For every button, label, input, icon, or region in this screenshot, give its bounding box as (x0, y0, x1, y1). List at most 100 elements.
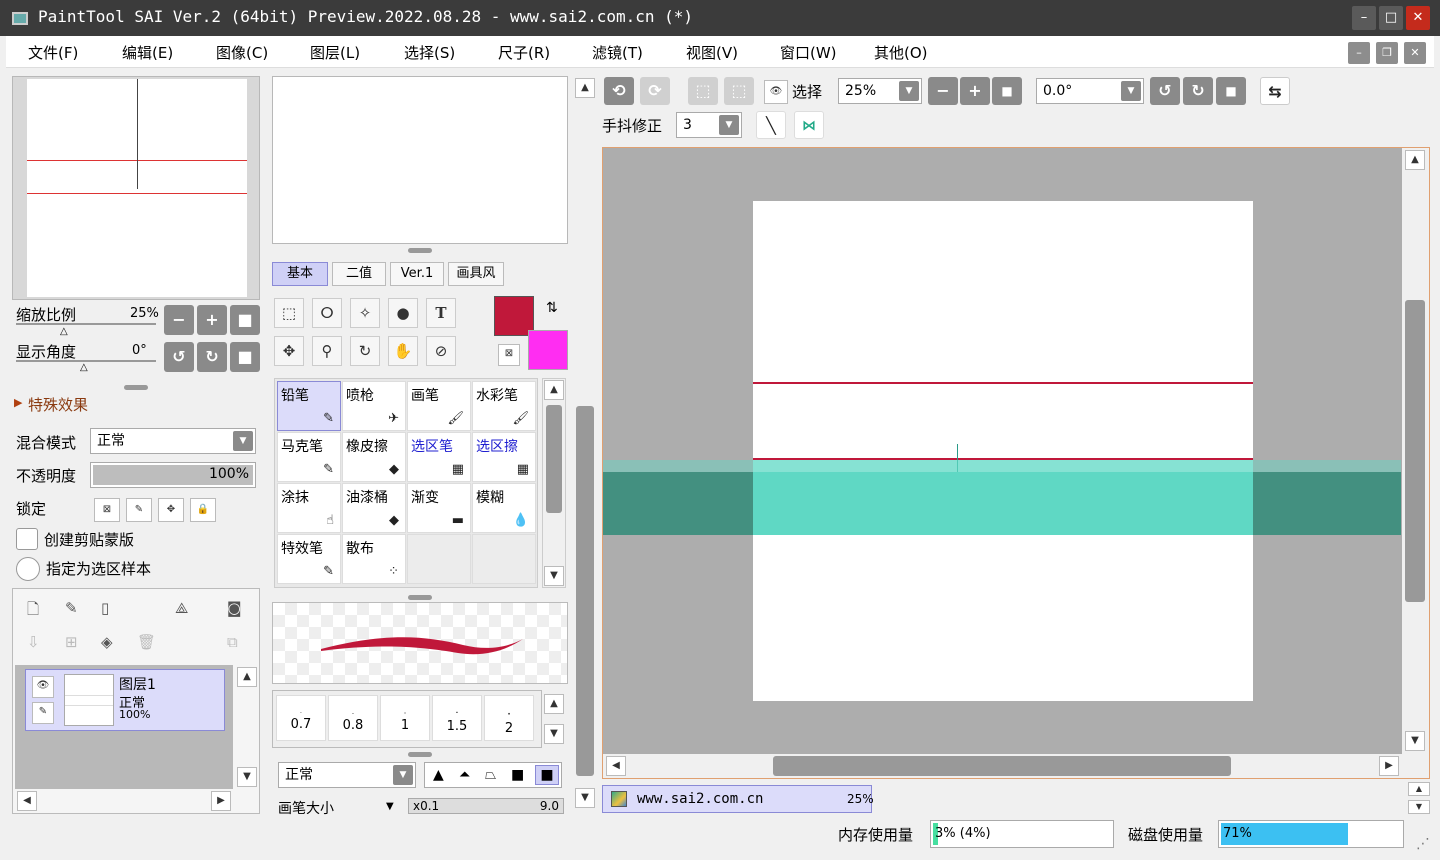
stabilizer-select[interactable]: 3 ▼ (676, 112, 742, 138)
rotate-left-button[interactable]: ↺ (164, 342, 194, 372)
tab-binary[interactable]: 二值 (332, 262, 386, 286)
shape-round-icon[interactable]: ⏶ (459, 767, 470, 783)
expand-arrow-icon[interactable]: ▶ (14, 396, 22, 409)
lock-transparency-icon[interactable]: ⊠ (94, 498, 120, 522)
chevron-down-icon[interactable]: ▼ (386, 801, 394, 812)
tab-ver1[interactable]: Ver.1 (390, 262, 444, 286)
layer-scroll-down-button[interactable]: ▼ (237, 767, 257, 787)
pencil-icon[interactable]: ✎ (32, 702, 54, 724)
brush-cell[interactable]: 喷枪 ✈ (342, 381, 406, 431)
canvas-scroll-right-button[interactable]: ▶ (1379, 756, 1399, 776)
invert-select-button[interactable]: ⬚ (724, 77, 754, 105)
merge-visible-icon[interactable]: ⊞ (65, 633, 78, 651)
menu-select[interactable]: 选择(S) (404, 42, 455, 63)
canvas-vscrollbar[interactable]: ▲ ▼ (1402, 148, 1429, 754)
canvas-zoom-out-button[interactable]: − (928, 77, 958, 105)
canvas-rotate-reset-button[interactable]: ■ (1216, 77, 1246, 105)
symmetry-button[interactable]: ⋈ (794, 111, 824, 139)
layer-scroll-right-button[interactable]: ▶ (211, 791, 231, 811)
brush-cell[interactable]: 散布 ⁘ (342, 534, 406, 584)
rotate-right-button[interactable]: ↻ (197, 342, 227, 372)
straight-line-button[interactable]: ╲ (756, 111, 786, 139)
brush-cell[interactable]: 画笔 🖌 (407, 381, 471, 431)
panel-scrollbar[interactable]: ▲ ▼ (574, 76, 596, 812)
color-panel[interactable] (272, 76, 568, 244)
menu-other[interactable]: 其他(O) (874, 42, 928, 63)
tab-basic[interactable]: 基本 (272, 262, 328, 286)
brush-cell[interactable]: 涂抹 ☝ (277, 483, 341, 533)
brush-cell[interactable]: 选区擦 ▦ (472, 432, 536, 482)
hand-icon[interactable]: ✋ (388, 336, 418, 366)
canvas-vscroll-thumb[interactable] (1405, 300, 1425, 602)
new-layer-icon[interactable]: 🗋 (27, 599, 39, 624)
blend-mode-select[interactable]: 正常 ▼ (90, 428, 256, 454)
brush-cell[interactable]: 特效笔 ✎ (277, 534, 341, 584)
menu-window[interactable]: 窗口(W) (780, 42, 837, 63)
text-tool-icon[interactable]: T (426, 298, 456, 328)
brush-scroll-thumb[interactable] (546, 405, 562, 513)
clip-mask-checkbox[interactable] (16, 528, 38, 550)
redo-button[interactable]: ⟳ (640, 77, 670, 105)
navigator-panel[interactable] (12, 76, 260, 300)
brush-shape-selector[interactable]: ▲ ⏶ ⏢ ■ ■ (424, 762, 562, 788)
flip-horizontal-button[interactable]: ⇆ (1260, 77, 1290, 105)
size-scroll-down-button[interactable]: ▼ (544, 724, 564, 744)
tab-scroll-up-button[interactable]: ▲ (1408, 782, 1430, 796)
canvas-scroll-down-button[interactable]: ▼ (1405, 731, 1425, 751)
canvas-zoom-select[interactable]: 25% ▼ (838, 78, 922, 104)
brush-cell[interactable]: 橡皮擦 ◆ (342, 432, 406, 482)
clear-layer-icon[interactable]: ◈ (101, 633, 113, 651)
canvas-angle-select[interactable]: 0.0° ▼ (1036, 78, 1144, 104)
duplicate-layer-icon[interactable]: ⧉ (227, 633, 238, 651)
size-scroll-up-button[interactable]: ▲ (544, 694, 564, 714)
eye-icon[interactable]: 👁 (32, 676, 54, 698)
new-folder-icon[interactable]: ▯ (101, 599, 109, 617)
size-preset[interactable]: · 1 (380, 695, 430, 741)
effects-label[interactable]: 特殊效果 (28, 394, 88, 415)
menu-file[interactable]: 文件(F) (28, 42, 78, 63)
brush-cell[interactable]: 水彩笔 🖌 (472, 381, 536, 431)
zoom-in-button[interactable]: + (197, 305, 227, 335)
maximize-button[interactable]: □ (1379, 6, 1403, 30)
rect-select-icon[interactable]: ⬚ (274, 298, 304, 328)
menu-layer[interactable]: 图层(L) (310, 42, 360, 63)
merge-down-icon[interactable]: ⇩ (27, 633, 40, 651)
resize-grip-icon[interactable]: ⋰ (1416, 836, 1430, 852)
doc-minimize-button[interactable]: – (1348, 42, 1370, 64)
canvas-hscrollbar[interactable]: ◀ ▶ (603, 754, 1429, 778)
size-preset[interactable]: · 1.5 (432, 695, 482, 741)
size-preset[interactable]: · 0.8 (328, 695, 378, 741)
size-preset[interactable]: · 2 (484, 695, 534, 741)
rotate-reset-button[interactable]: ■ (230, 342, 260, 372)
menu-filter[interactable]: 滤镜(T) (592, 42, 643, 63)
brush-cell[interactable]: 渐变 ▬ (407, 483, 471, 533)
doc-close-button[interactable]: ✕ (1404, 42, 1426, 64)
lock-all-icon[interactable]: 🔒 (190, 498, 216, 522)
menu-image[interactable]: 图像(C) (216, 42, 268, 63)
lock-paint-icon[interactable]: ✎ (126, 498, 152, 522)
brush-scrollbar[interactable]: ▲ ▼ (542, 378, 566, 588)
rotate-icon[interactable]: ↻ (350, 336, 380, 366)
brush-cell[interactable]: 模糊 💧 (472, 483, 536, 533)
lasso-icon[interactable]: ⵔ (312, 298, 342, 328)
layer-row[interactable]: 👁 ✎ 图层1 正常 100% (25, 669, 225, 731)
canvas-scroll-up-button[interactable]: ▲ (1405, 150, 1425, 170)
layer-effect-icon[interactable]: ⟁ (175, 599, 188, 617)
document-tab[interactable]: www.sai2.com.cn 25% (602, 785, 874, 813)
layer-mask-icon[interactable]: ◙ (227, 599, 242, 617)
brush-cell[interactable]: 选区笔 ▦ (407, 432, 471, 482)
canvas-hscroll-thumb[interactable] (773, 756, 1231, 776)
brush-size-slider[interactable]: x0.1 9.0 (408, 798, 564, 814)
canvas-viewport[interactable]: ▲ ▼ ◀ ▶ (602, 147, 1430, 779)
layer-scroll-left-button[interactable]: ◀ (17, 791, 37, 811)
eye-icon[interactable]: 👁 (764, 80, 788, 104)
eyedropper-icon[interactable]: ⊘ (426, 336, 456, 366)
angle-slider-handle[interactable]: △ (80, 362, 88, 373)
brush-scroll-up-button[interactable]: ▲ (544, 380, 564, 400)
zoom-slider-handle[interactable]: △ (60, 326, 68, 337)
transparent-color-icon[interactable]: ⊠ (498, 344, 520, 366)
panel-scroll-thumb[interactable] (576, 406, 594, 776)
canvas-rotate-left-button[interactable]: ↺ (1150, 77, 1180, 105)
shape-square-icon[interactable]: ■ (511, 767, 524, 783)
opacity-slider[interactable]: 100% (90, 462, 256, 488)
